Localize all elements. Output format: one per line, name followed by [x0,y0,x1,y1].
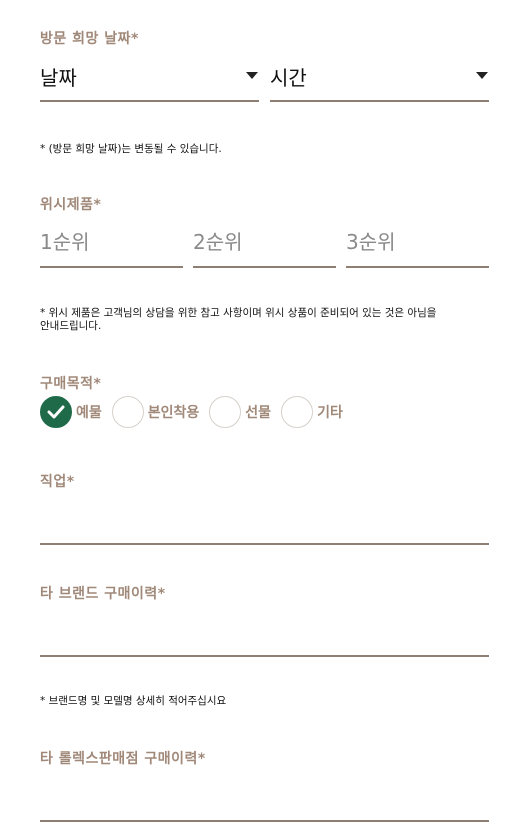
radio-empty-icon[interactable] [281,396,314,428]
wish-product-3-underline [346,266,489,268]
job-label: 직업* [40,474,75,490]
wish-product-1-input[interactable]: 1순위 [40,224,183,270]
wish-product-2-input[interactable]: 2순위 [193,224,336,270]
purpose-option-other[interactable]: 기타 [281,396,343,428]
date-select-underline [40,100,259,102]
radio-empty-icon[interactable] [209,396,242,428]
checkmark-icon[interactable] [40,396,72,428]
purpose-option-self[interactable]: 본인착용 [111,396,200,428]
other-brand-input[interactable] [40,612,489,657]
wish-product-3-placeholder: 3순위 [346,230,396,254]
chevron-down-icon [246,72,258,79]
purpose-option-gift[interactable]: 선물 [209,396,271,428]
rolex-store-label: 타 롤렉스판매점 구매이력* [40,751,206,767]
purpose-option-label: 예물 [76,405,102,421]
other-brand-input-underline [40,655,489,657]
wish-product-label: 위시제품* [40,197,102,213]
date-select[interactable]: 날짜 [40,60,259,104]
wish-product-1-underline [40,266,183,268]
purpose-option-wedding[interactable]: 예물 [40,396,102,428]
wish-product-2-underline [193,266,336,268]
rolex-store-input-underline [40,820,489,822]
purpose-option-label: 본인착용 [147,405,200,421]
time-select[interactable]: 시간 [270,60,489,104]
radio-empty-icon[interactable] [111,396,144,428]
purpose-option-label: 선물 [245,405,272,421]
other-brand-note: * 브랜드명 및 모델명 상세히 적어주십시요 [40,695,227,707]
purpose-option-label: 기타 [317,405,343,421]
other-brand-label: 타 브랜드 구매이력* [40,586,166,602]
chevron-down-icon [476,72,488,79]
wish-product-2-placeholder: 2순위 [193,230,243,254]
wish-note-line-2: 안내드립니다. [40,320,102,332]
time-select-underline [270,100,489,102]
purpose-label: 구매목적* [40,376,102,392]
visit-date-note: * (방문 희망 날짜)는 변동될 수 있습니다. [40,143,222,155]
job-input[interactable] [40,500,489,545]
rolex-store-input[interactable] [40,777,489,822]
wish-product-note: * 위시 제품은 고객님의 상담을 위한 참고 사항이며 위시 상품이 준비되어… [40,307,500,333]
wish-note-line-1: * 위시 제품은 고객님의 상담을 위한 참고 사항이며 위시 상품이 준비되어… [40,307,437,319]
visit-date-label: 방문 희망 날짜* [40,31,139,47]
wish-product-1-placeholder: 1순위 [40,230,90,254]
time-select-value: 시간 [270,66,307,90]
purpose-options: 예물 본인착용 선물 기타 [40,396,343,428]
job-input-underline [40,543,489,545]
wish-product-3-input[interactable]: 3순위 [346,224,489,270]
date-select-value: 날짜 [40,66,77,90]
